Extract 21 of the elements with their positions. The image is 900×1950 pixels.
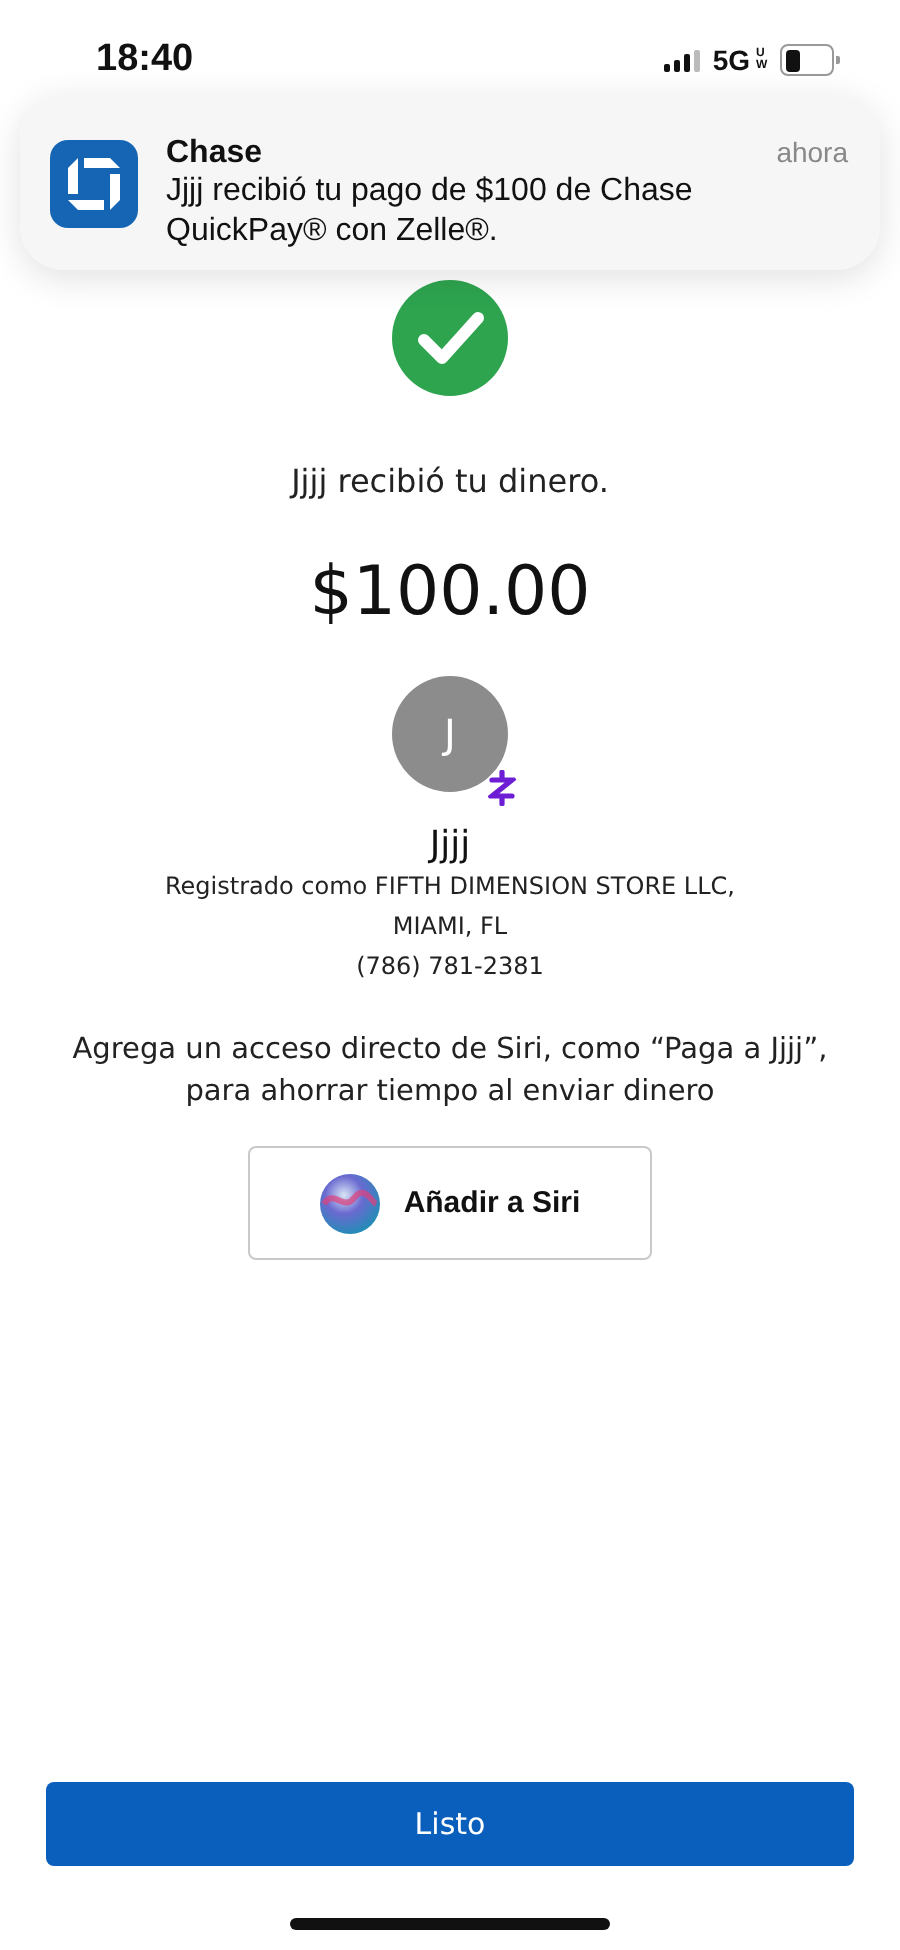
network-label: 5G [712, 44, 750, 76]
avatar: J [392, 676, 508, 792]
check-icon [392, 280, 508, 396]
notification-card[interactable]: Chase ahora Jjjj recibió tu pago de $100 de Chase QuickPay® con Zelle®. [20, 94, 880, 270]
amount: $100.00 [309, 552, 591, 632]
recipient-phone: (786) 781-2381 [356, 950, 544, 984]
notification-message: Jjjj recibió tu pago de $100 de Chase QuickPay® con Zelle®. [166, 172, 695, 252]
app-logo-icon [50, 140, 138, 228]
siri-icon [319, 1173, 380, 1233]
signal-icon [664, 49, 701, 71]
notification-time: ahora [776, 136, 848, 168]
add-to-siri-button[interactable]: Añadir a Siri [248, 1146, 652, 1260]
recipient-name: Jjjj [429, 824, 471, 866]
recipient-location: MIAMI, FL [392, 910, 508, 944]
status-time: 18:40 [96, 38, 194, 82]
done-button[interactable]: Listo [46, 1782, 854, 1866]
confirmation-message: Jjjj recibió tu dinero. [291, 462, 609, 500]
notification-app: Chase [166, 136, 263, 172]
recipient-registration: Registrado como FIFTH DIMENSION STORE LLC, [164, 870, 735, 904]
battery-icon [780, 44, 840, 76]
siri-prompt: Agrega un acceso directo de Siri, como “Paga a Jjjj”, para ahorrar tiempo al enviar dinero [70, 1032, 830, 1112]
